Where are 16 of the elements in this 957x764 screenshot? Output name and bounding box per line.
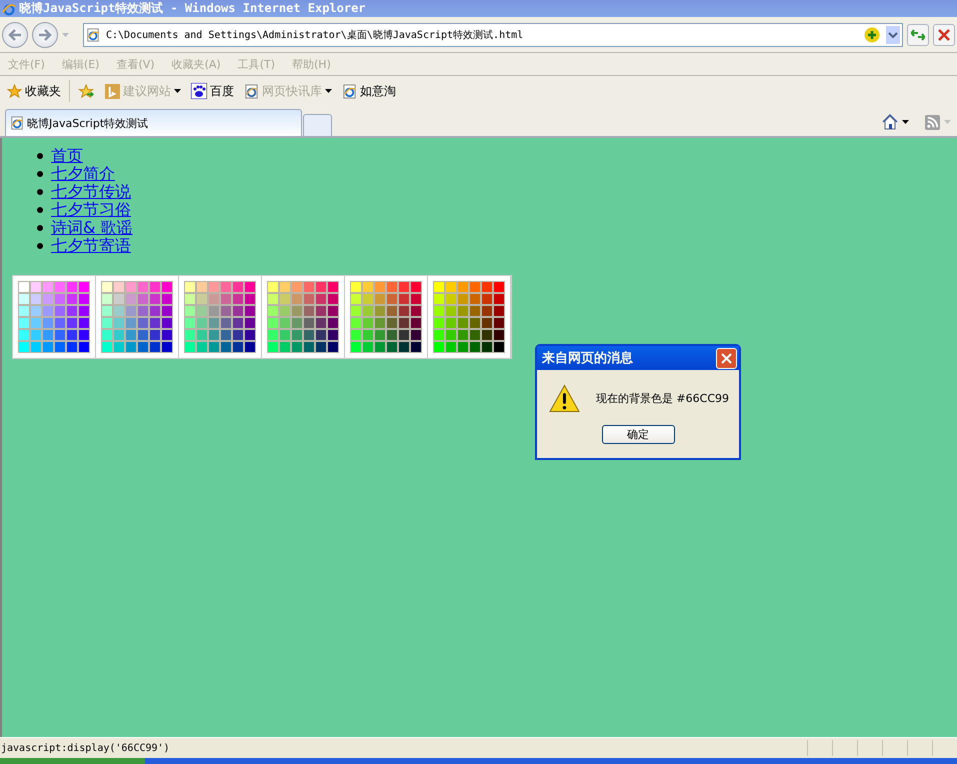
tab[interactable]: 晓博JavaScript特效测试 bbox=[5, 109, 302, 136]
favorites-item[interactable]: 百度 bbox=[189, 82, 236, 100]
nav-link[interactable]: 首页 bbox=[51, 147, 83, 165]
nav-link[interactable]: 七夕节传说 bbox=[51, 183, 131, 201]
favorites-item[interactable]: 收藏夹 bbox=[5, 82, 63, 100]
status-text: javascript:display('66CC99') bbox=[1, 742, 171, 754]
dialog-title: 来自网页的消息 bbox=[542, 350, 633, 367]
ok-button[interactable]: 确定 bbox=[602, 425, 674, 444]
nav-link[interactable]: 七夕简介 bbox=[51, 165, 115, 183]
window-title: 晓博JavaScript特效测试 - Windows Internet Explorer bbox=[19, 0, 366, 17]
dialog-message: 现在的背景色是 #66CC99 bbox=[596, 391, 729, 406]
nav-link[interactable]: 七夕节习俗 bbox=[51, 201, 131, 219]
favorites-item[interactable]: 如意淘 bbox=[340, 82, 398, 100]
nav-link[interactable]: 诗词& 歌谣 bbox=[51, 219, 133, 237]
nav-link[interactable]: 七夕节寄语 bbox=[51, 237, 131, 255]
address-field[interactable]: C:\Documents and Settings\Administrator\桌面\晓博JavaScript特效测试.html bbox=[83, 22, 903, 46]
